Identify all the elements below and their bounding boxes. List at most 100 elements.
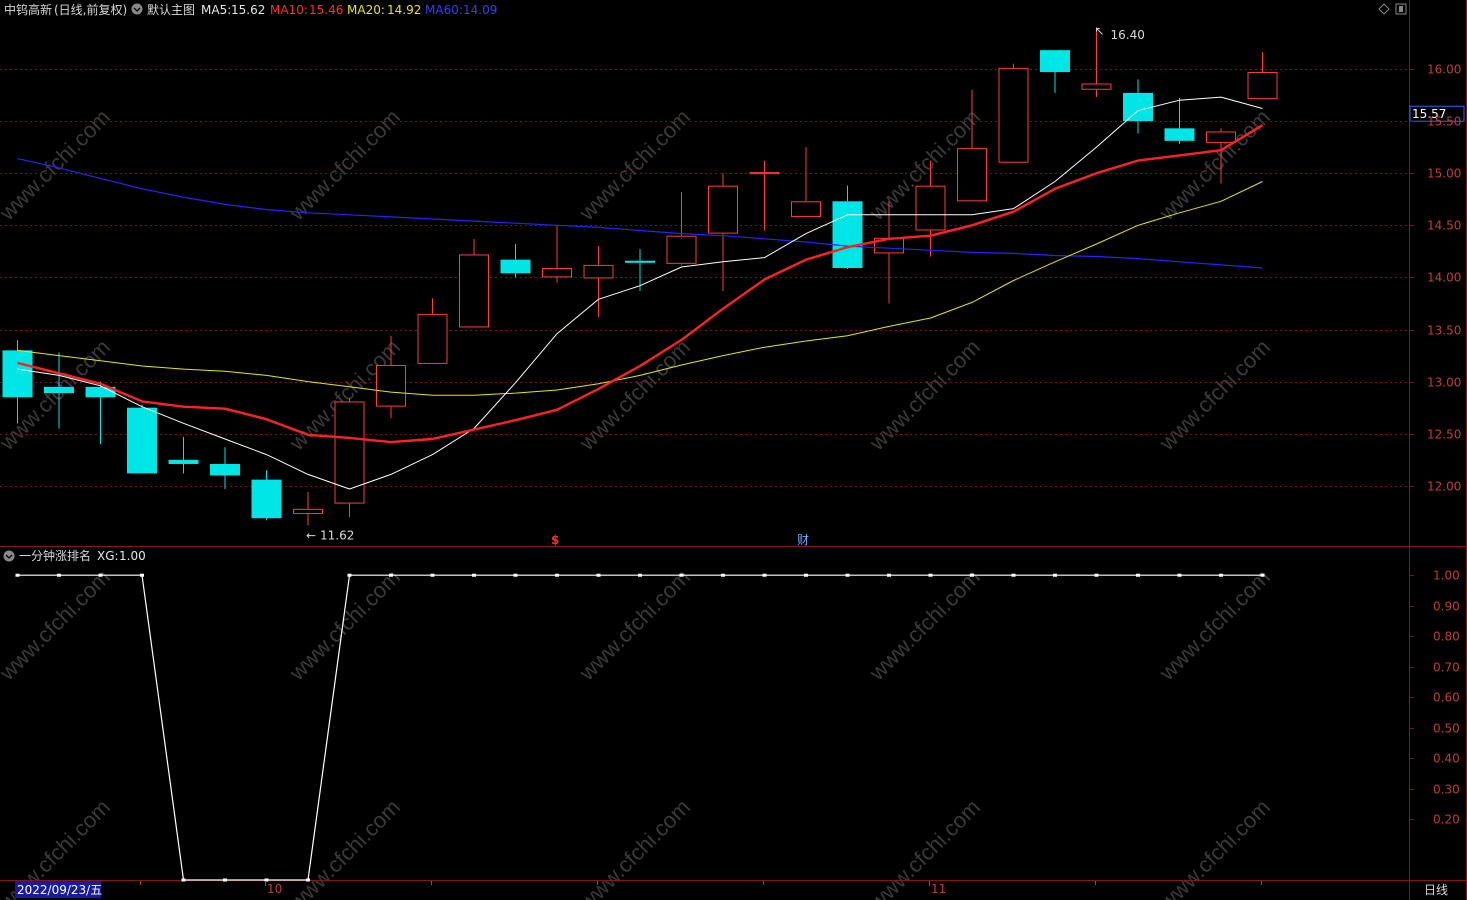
- indicator-tick-label: 0.30: [1433, 783, 1460, 797]
- candle[interactable]: [708, 173, 738, 291]
- xg-point: [15, 573, 20, 577]
- low-arrow-icon: ←: [306, 528, 316, 542]
- candle[interactable]: [832, 185, 863, 270]
- xg-point: [1219, 573, 1223, 577]
- high-arrow-icon: ↖: [1095, 24, 1105, 38]
- xg-label: XG:: [97, 549, 119, 563]
- watermark-text: www.cfchi.com: [1154, 104, 1275, 225]
- indicator-tick-label: 1.00: [1433, 569, 1460, 583]
- main-header: 中钨高新 (日线,前复权) 默认主图 MA5: 15.62 MA10: 15.4…: [4, 2, 497, 17]
- candle[interactable]: [293, 492, 323, 526]
- price-tick-label: 12.00: [1427, 480, 1461, 494]
- xg-point: [1260, 573, 1265, 577]
- period-button-label[interactable]: 日线: [1424, 883, 1448, 897]
- main-chart-label[interactable]: 默认主图: [147, 2, 195, 17]
- price-tick-label: 15.00: [1427, 167, 1461, 181]
- ma60-label: MA60:: [425, 3, 463, 17]
- price-tick-label: 13.50: [1427, 324, 1461, 338]
- candle[interactable]: [127, 404, 157, 474]
- candle-body: [1040, 50, 1070, 73]
- candle[interactable]: [1123, 79, 1153, 134]
- price-tick-label: 13.00: [1427, 376, 1461, 390]
- watermark-text: www.cfchi.com: [1154, 564, 1275, 685]
- price-tick-label: 15.50: [1427, 115, 1461, 129]
- date-axis: 2022/09/23/五 10 11: [15, 881, 1262, 898]
- month-label-11: 11: [931, 882, 946, 896]
- finance-marker[interactable]: 财: [797, 533, 809, 547]
- diamond-icon[interactable]: [1378, 3, 1390, 15]
- ma5-value: 15.62: [231, 3, 265, 17]
- candle[interactable]: [1040, 50, 1070, 93]
- xg-point: [762, 573, 767, 577]
- watermark-text: www.cfchi.com: [284, 794, 405, 900]
- candle-body: [998, 67, 1029, 163]
- indicator-name[interactable]: 一分钟涨排名: [19, 548, 91, 563]
- ma20-value: 14.92: [387, 3, 421, 17]
- xg-point: [638, 573, 642, 577]
- candle[interactable]: [417, 298, 448, 364]
- xg-point: [1136, 573, 1140, 577]
- candle[interactable]: [542, 225, 572, 283]
- candle[interactable]: [791, 147, 821, 217]
- watermark-text: www.cfchi.com: [284, 564, 405, 685]
- price-tick-label: 12.50: [1427, 428, 1461, 442]
- candle-body: [1206, 131, 1236, 143]
- xg-point: [513, 573, 518, 577]
- candle-body: [1247, 72, 1278, 100]
- xg-point: [389, 573, 393, 577]
- candle-body: [251, 479, 282, 519]
- candle[interactable]: [459, 238, 489, 328]
- window-controls[interactable]: [1378, 3, 1407, 15]
- candle[interactable]: [251, 470, 282, 521]
- ma10-label: MA10:: [270, 3, 308, 17]
- ma10-value: 15.46: [309, 3, 343, 17]
- xg-point: [1094, 573, 1099, 577]
- xg-point: [721, 573, 725, 577]
- candle-body: [293, 508, 323, 515]
- candle[interactable]: [210, 447, 240, 490]
- candle[interactable]: [1247, 52, 1278, 100]
- watermark-text: www.cfchi.com: [0, 564, 115, 685]
- candle-body: [459, 254, 489, 328]
- xg-point: [98, 573, 103, 577]
- candle-body: [832, 201, 863, 269]
- indicator-tick-label: 0.40: [1433, 752, 1460, 766]
- candle-body: [1081, 83, 1112, 90]
- xg-point: [804, 573, 808, 577]
- watermark-text: www.cfchi.com: [864, 794, 985, 900]
- candle[interactable]: [583, 246, 614, 318]
- candle-body: [583, 264, 614, 279]
- candle-body: [210, 463, 240, 476]
- candle[interactable]: [749, 160, 780, 231]
- dividend-marker[interactable]: $: [551, 533, 559, 547]
- candle[interactable]: [625, 249, 655, 291]
- price-tick-label: 14.50: [1427, 219, 1461, 233]
- candle[interactable]: [957, 89, 987, 202]
- candle[interactable]: [500, 244, 531, 278]
- candlestick-series[interactable]: [2, 27, 1278, 526]
- period-button[interactable]: 日线: [1424, 883, 1448, 897]
- chevron-down-icon[interactable]: [131, 3, 143, 15]
- stock-name: 中钨高新: [4, 2, 52, 17]
- candle-body: [127, 407, 157, 474]
- indicator-tick-label: 0.20: [1433, 813, 1460, 827]
- price-axis: 12.00 12.50 13.00 13.50 14.00 14.50 15.00 15.50…: [1409, 63, 1461, 494]
- chevron-down-icon[interactable]: [3, 550, 15, 562]
- watermark-text: www.cfchi.com: [864, 564, 985, 685]
- xg-point: [887, 573, 891, 577]
- candle[interactable]: [334, 398, 365, 518]
- candle[interactable]: [998, 63, 1029, 163]
- candle[interactable]: [168, 436, 199, 474]
- period-label: (日线,前复权): [54, 2, 127, 17]
- watermark-text: www.cfchi.com: [574, 794, 695, 900]
- candle-body: [376, 364, 406, 407]
- candle[interactable]: [666, 191, 697, 265]
- cursor-date: 2022/09/23/五: [17, 883, 102, 897]
- candle-body: [44, 386, 74, 394]
- xg-point: [845, 573, 850, 577]
- stock-chart[interactable]: www.cfchi.com www.cfchi.com www.cfchi.com w…: [0, 0, 1467, 900]
- xg-point: [596, 573, 601, 577]
- xg-point: [140, 573, 144, 577]
- candle-body: [666, 235, 697, 264]
- xg-point: [679, 573, 684, 577]
